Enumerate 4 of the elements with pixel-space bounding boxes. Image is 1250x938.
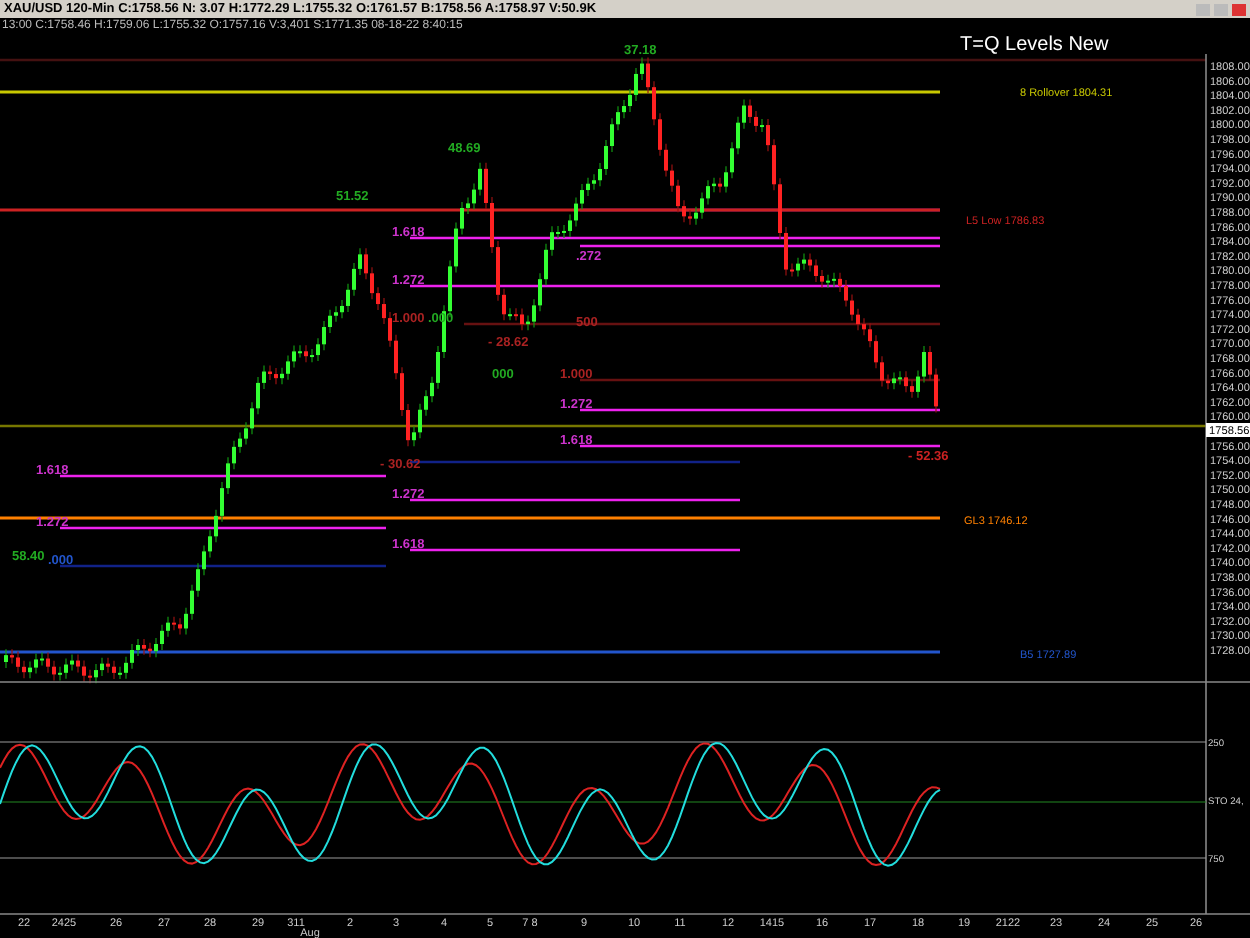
minimize-button[interactable] [1196, 3, 1210, 15]
maximize-button[interactable] [1214, 3, 1228, 15]
chart-title: T=Q Levels New [960, 34, 1109, 56]
close-button[interactable] [1232, 3, 1246, 15]
